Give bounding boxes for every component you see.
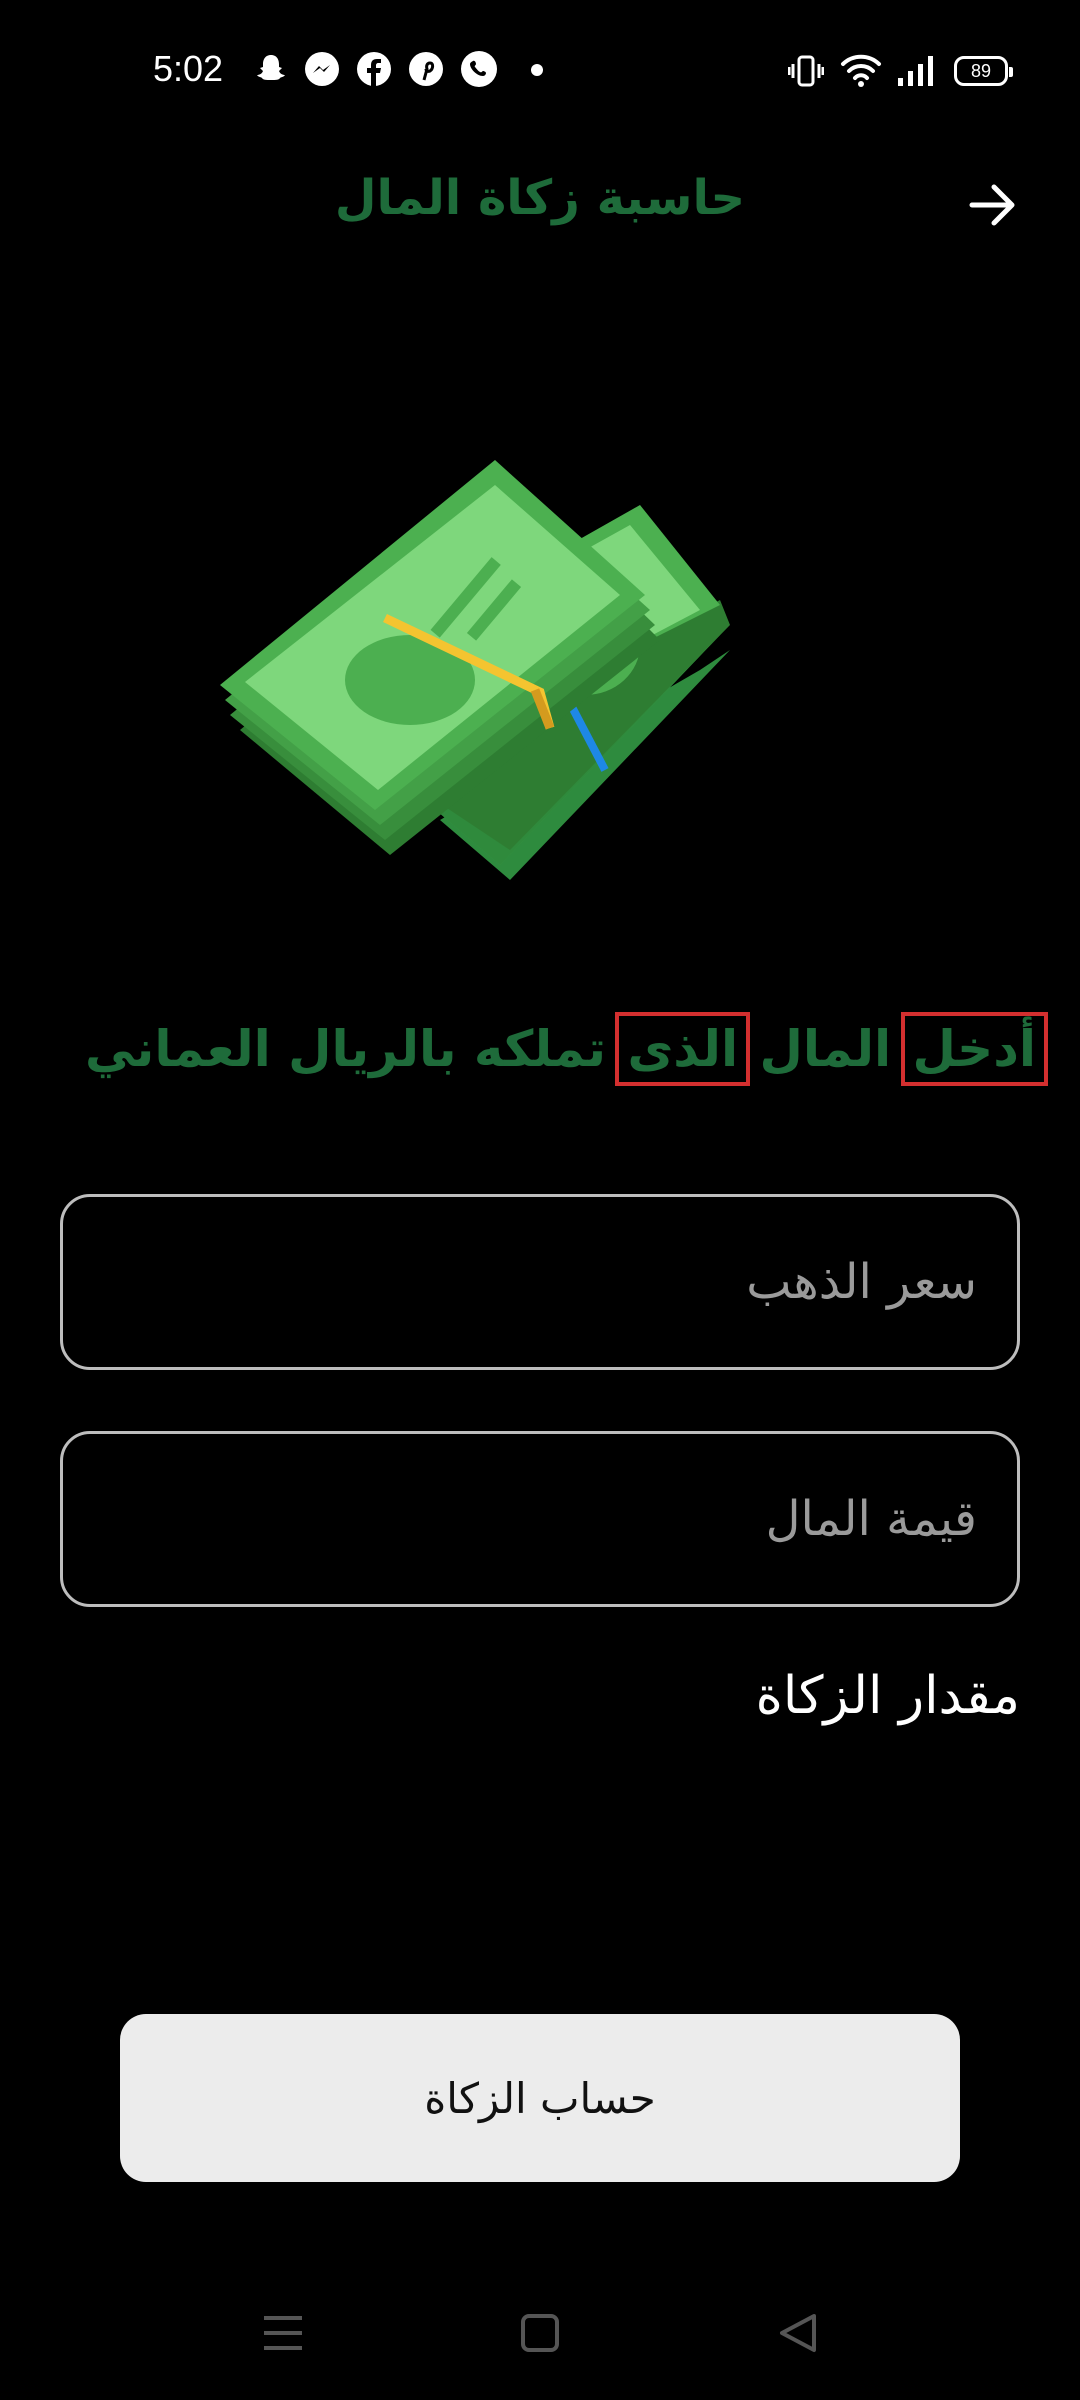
money-value-input[interactable] xyxy=(63,1434,1017,1604)
signal-icon xyxy=(896,54,936,88)
menu-icon[interactable] xyxy=(262,2312,304,2354)
pinterest-icon xyxy=(409,52,443,86)
calculate-zakat-button[interactable]: حساب الزكاة xyxy=(120,2014,960,2182)
status-time: 5:02 xyxy=(153,48,224,89)
money-value-field[interactable] xyxy=(60,1431,1020,1607)
messenger-icon xyxy=(305,52,339,86)
battery-indicator: 89 xyxy=(954,56,1013,86)
instruction-word-highlighted-1: أدخل xyxy=(900,1012,1049,1086)
instruction-text: أدخل المال الذى تملكه بالريال العماني xyxy=(40,1012,1049,1086)
page-title: حاسبة زكاة المال xyxy=(334,170,746,226)
facebook-icon xyxy=(357,52,391,86)
more-notifications-dot xyxy=(531,64,543,76)
whatsapp-icon xyxy=(461,51,497,87)
arrow-right-icon[interactable] xyxy=(968,180,1018,230)
snapchat-icon xyxy=(254,52,288,86)
instruction-word-highlighted-2: الذى xyxy=(615,1012,751,1086)
instruction-word-rest: تملكه بالريال العماني xyxy=(84,1020,607,1078)
zakat-amount-label: مقدار الزكاة xyxy=(755,1666,1020,1726)
status-bar: 5:02 89 xyxy=(0,0,1080,140)
wifi-icon xyxy=(840,52,882,88)
vibrate-icon xyxy=(787,54,825,88)
home-icon[interactable] xyxy=(520,2312,560,2354)
gold-price-input[interactable] xyxy=(63,1197,1017,1367)
back-triangle-icon[interactable] xyxy=(778,2312,818,2354)
instruction-word-2: المال xyxy=(759,1020,892,1078)
money-stack-illustration xyxy=(220,460,860,900)
gold-price-field[interactable] xyxy=(60,1194,1020,1370)
